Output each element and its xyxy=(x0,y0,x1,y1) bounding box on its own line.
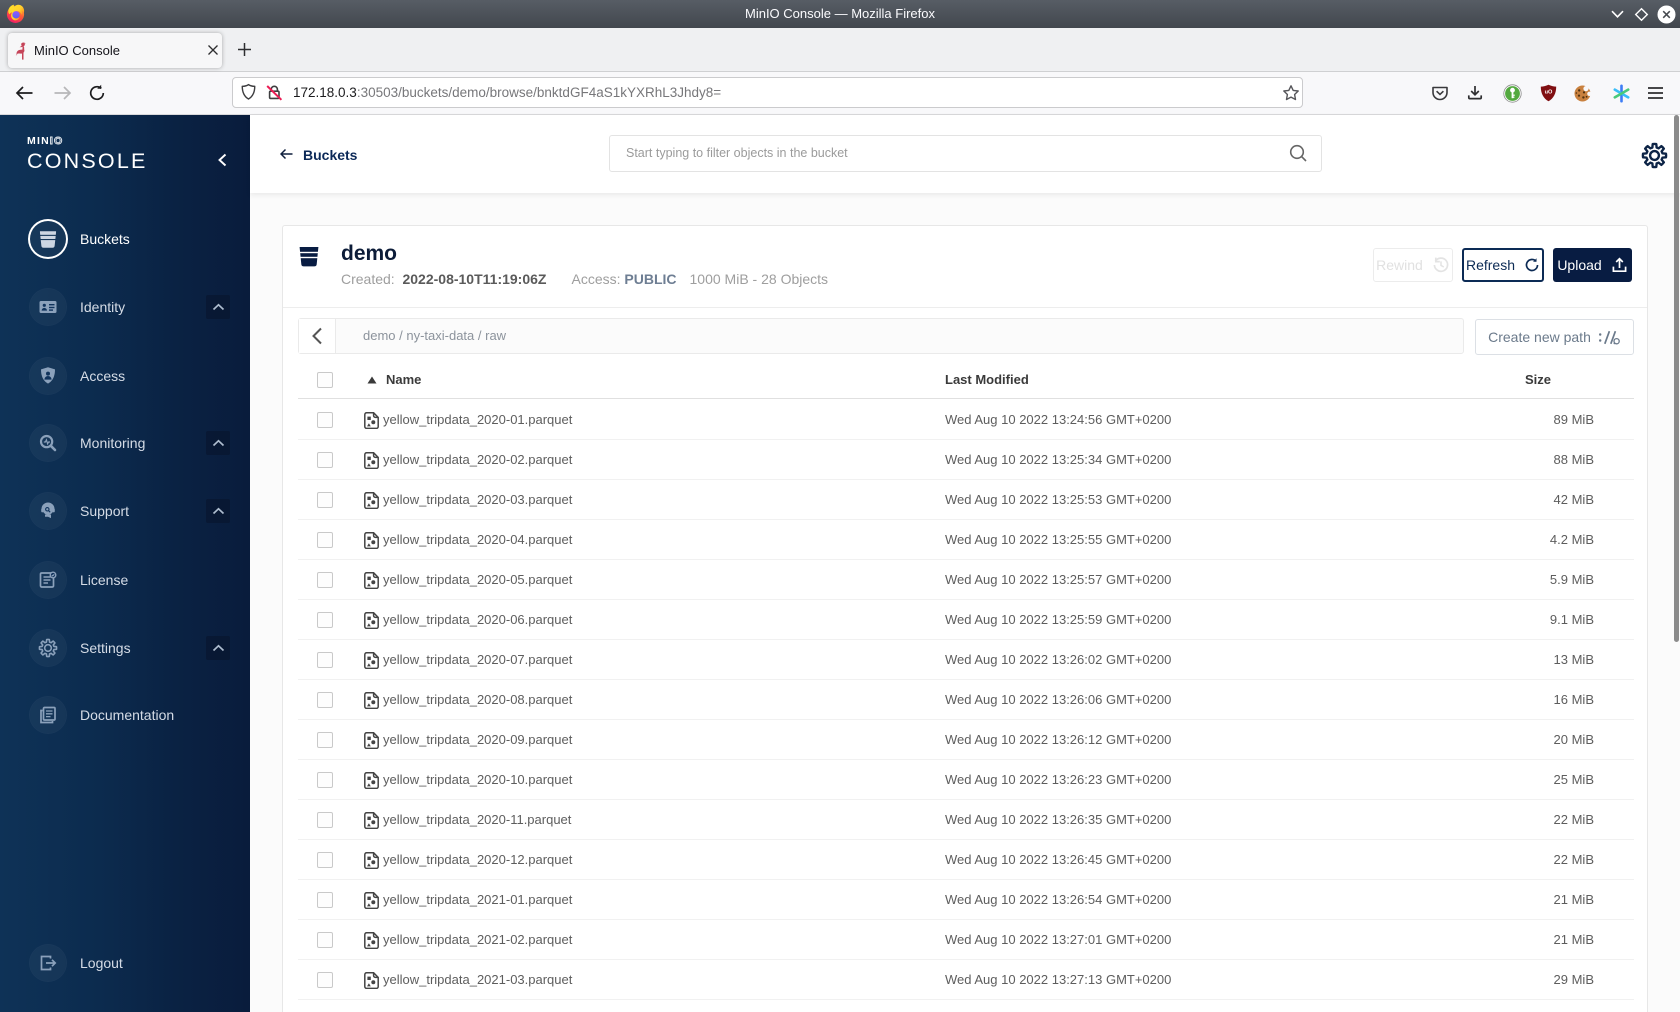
svg-text:uO: uO xyxy=(1545,89,1553,95)
